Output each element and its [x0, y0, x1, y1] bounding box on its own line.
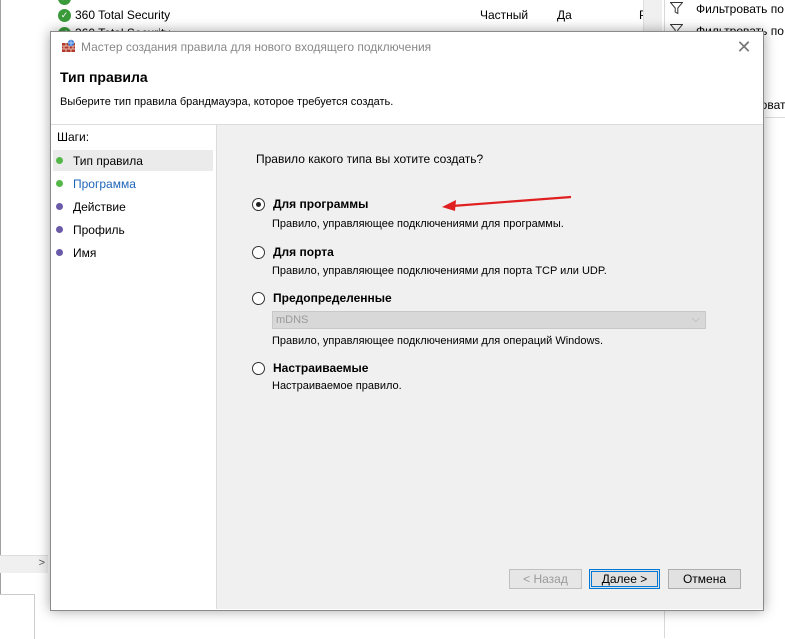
- option-port[interactable]: Для порта: [252, 245, 334, 259]
- radio-button[interactable]: [252, 197, 265, 211]
- close-icon[interactable]: ✕: [733, 36, 755, 58]
- rule-profile: Частный: [480, 8, 529, 22]
- option-description: Правило, управляющее подключениями для п…: [272, 265, 607, 277]
- new-inbound-rule-wizard: Мастер создания правила для нового входя…: [50, 31, 764, 611]
- step-label: Имя: [73, 245, 97, 260]
- chevron-down-icon: ⌵: [691, 313, 700, 325]
- title-bar[interactable]: Мастер создания правила для нового входя…: [51, 32, 763, 62]
- option-label: Для порта: [273, 245, 334, 259]
- action-label: Фильтровать по: [696, 2, 784, 16]
- step-label: Действие: [73, 199, 126, 214]
- horizontal-scrollbar[interactable]: >: [0, 555, 48, 573]
- page-title: Тип правила: [60, 69, 148, 85]
- option-label: Для программы: [273, 197, 369, 211]
- radio-button[interactable]: [252, 245, 265, 259]
- action-separator: [765, 117, 785, 118]
- window-border: [0, 0, 1, 638]
- firewall-icon: [61, 39, 76, 53]
- page-subtitle: Выберите тип правила брандмауэра, которо…: [60, 96, 394, 108]
- window-title: Мастер создания правила для нового входя…: [81, 40, 432, 54]
- option-label: Настраиваемые: [273, 361, 369, 375]
- enabled-check-icon: ✓: [58, 8, 71, 22]
- steps-heading: Шаги:: [57, 130, 90, 144]
- step-rule-type: Тип правила: [53, 150, 213, 171]
- step-label: Тип правила: [73, 153, 143, 168]
- rule-enabled: Да: [557, 8, 572, 22]
- step-label: Программа: [73, 176, 136, 191]
- step-status-dot: [56, 203, 63, 210]
- cancel-button[interactable]: Отмена: [668, 569, 741, 589]
- option-predefined[interactable]: Предопределенные: [252, 291, 392, 305]
- option-label: Предопределенные: [273, 291, 392, 305]
- step-status-dot: [56, 180, 63, 187]
- question-text: Правило какого типа вы хотите создать?: [256, 152, 484, 166]
- action-filter-1[interactable]: Фильтровать по: [669, 0, 784, 18]
- step-name: Имя: [53, 242, 213, 263]
- steps-panel: Шаги: Тип правила Программа Действие Про…: [51, 125, 217, 609]
- radio-button[interactable]: [252, 291, 265, 305]
- predefined-select[interactable]: mDNS ⌵: [272, 311, 706, 329]
- enabled-check-icon: ✓: [58, 0, 71, 5]
- option-description: Настраиваемое правило.: [272, 380, 402, 392]
- radio-button[interactable]: [252, 361, 265, 375]
- option-program[interactable]: Для программы: [252, 197, 368, 211]
- next-button[interactable]: Далее >: [589, 569, 660, 589]
- funnel-icon: [669, 1, 684, 17]
- option-description: Правило, управляющее подключениями для п…: [272, 218, 564, 230]
- table-row[interactable]: ✓ 360 Total Security: [58, 6, 170, 24]
- step-action: Действие: [53, 196, 213, 217]
- step-status-dot: [56, 157, 63, 164]
- step-label: Профиль: [73, 222, 125, 237]
- back-button[interactable]: < Назад: [509, 569, 582, 589]
- annotation-arrow-icon: [442, 195, 572, 211]
- step-status-dot: [56, 249, 63, 256]
- step-profile: Профиль: [53, 219, 213, 240]
- option-custom[interactable]: Настраиваемые: [252, 361, 368, 375]
- option-description: Правило, управляющее подключениями для о…: [272, 335, 604, 347]
- rule-name: 360 Total Security: [75, 8, 171, 22]
- wizard-header: Тип правила Выберите тип правила брандма…: [51, 62, 763, 125]
- step-program[interactable]: Программа: [53, 173, 213, 194]
- scroll-right-icon[interactable]: >: [39, 557, 45, 569]
- bottom-panel: [0, 594, 35, 639]
- select-value: mDNS: [276, 314, 309, 326]
- step-status-dot: [56, 226, 63, 233]
